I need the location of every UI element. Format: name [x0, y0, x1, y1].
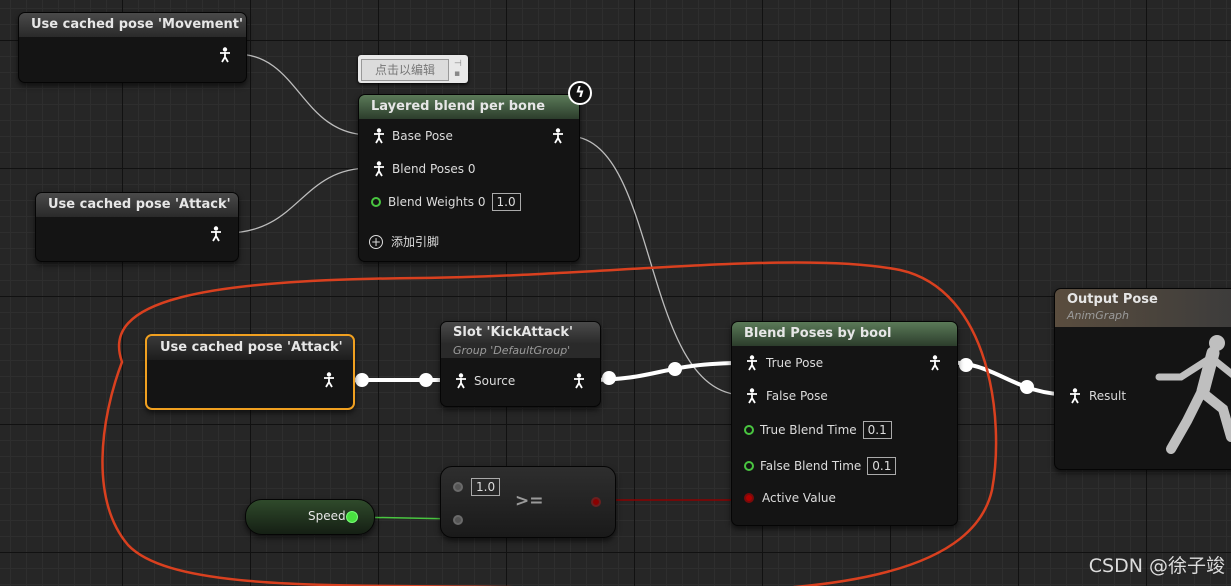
result-pin[interactable]: Result	[1069, 388, 1126, 404]
base-pose-label: Base Pose	[392, 129, 453, 143]
source-pin[interactable]: Source	[455, 373, 515, 389]
layered-blend-per-bone-node[interactable]: Layered blend per bone Base Pose Blend P…	[358, 94, 580, 262]
source-label: Source	[474, 374, 516, 388]
float-input-b-pin-icon[interactable]	[453, 515, 463, 525]
float-pin-icon	[744, 461, 754, 471]
true-blend-time-input[interactable]: 0.1	[862, 421, 892, 439]
blend-poses-0-pin[interactable]: Blend Poses 0	[373, 161, 475, 177]
wire-movement-to-base	[235, 53, 371, 136]
true-blend-time-label: True Blend Time	[760, 423, 857, 437]
true-pose-label: True Pose	[766, 356, 824, 370]
mannequin-icon	[1155, 335, 1231, 454]
false-blend-time-input[interactable]: 0.1	[867, 457, 897, 475]
float-output-pin-icon[interactable]	[346, 511, 358, 523]
pose-output-pin-icon[interactable]	[552, 128, 564, 144]
cached-pose-movement-node[interactable]: Use cached pose 'Movement'	[18, 12, 247, 83]
input-a-value[interactable]: 1.0	[471, 478, 501, 496]
false-blend-time-label: False Blend Time	[760, 459, 862, 473]
active-value-label: Active Value	[762, 491, 836, 505]
false-pose-label: False Pose	[766, 389, 828, 403]
node-title: Output Pose	[1055, 289, 1231, 309]
speed-variable-node[interactable]: Speed	[245, 499, 375, 535]
fast-path-lightning-icon: ϟ	[568, 81, 592, 105]
blend-weights-0-input[interactable]: 1.0	[491, 193, 521, 211]
wire-attack-to-blend	[225, 167, 371, 234]
true-pose-pin[interactable]: True Pose	[746, 355, 823, 371]
plus-circle-icon: +	[369, 234, 383, 249]
tooltip-pin-icon: ⊣ ▪	[454, 59, 462, 79]
node-title: Slot 'KickAttack'	[441, 322, 600, 344]
add-pin-label: 添加引脚	[391, 235, 440, 249]
node-subtitle: AnimGraph	[1055, 309, 1231, 327]
blend-poses-by-bool-node[interactable]: Blend Poses by bool True Pose False Pose…	[731, 321, 958, 526]
pose-input-pin-icon	[374, 128, 384, 144]
slot-kickattack-node[interactable]: Slot 'KickAttack' Group 'DefaultGroup' S…	[440, 321, 601, 407]
pose-input-pin-icon	[374, 161, 384, 177]
blend-weights-0-pin[interactable]: Blend Weights 0 1.0	[371, 193, 521, 211]
pose-input-pin-icon	[747, 355, 757, 371]
node-title: Use cached pose 'Attack'	[36, 193, 238, 217]
operator-label: >=	[515, 491, 544, 511]
false-pose-pin[interactable]: False Pose	[746, 388, 828, 404]
node-subtitle: Group 'DefaultGroup'	[441, 344, 600, 358]
tooltip-label: 点击以编辑	[361, 59, 449, 81]
active-value-pin[interactable]: Active Value	[744, 491, 836, 505]
float-pin-icon	[371, 197, 381, 207]
pose-output-pin-icon[interactable]	[323, 372, 335, 388]
pose-input-pin-icon	[747, 388, 757, 404]
node-title: Layered blend per bone	[359, 95, 579, 119]
float-input-a-pin-icon[interactable]	[453, 482, 463, 492]
cached-pose-attack-node[interactable]: Use cached pose 'Attack'	[35, 192, 239, 262]
cached-pose-attack-selected-node[interactable]: Use cached pose 'Attack'	[145, 334, 355, 410]
greater-equal-node[interactable]: 1.0 >=	[440, 466, 616, 538]
pose-input-pin-icon	[1070, 388, 1080, 404]
node-title: Use cached pose 'Attack'	[147, 336, 353, 360]
pose-input-pin-icon	[456, 373, 466, 389]
node-title: Blend Poses by bool	[732, 322, 957, 346]
pose-output-pin-icon[interactable]	[573, 373, 585, 389]
bool-output-pin-icon[interactable]	[591, 497, 601, 507]
result-label: Result	[1089, 389, 1127, 403]
pose-output-pin-icon[interactable]	[929, 355, 941, 371]
blend-poses-0-label: Blend Poses 0	[392, 162, 476, 176]
add-pin-button[interactable]: + 添加引脚	[369, 233, 439, 250]
watermark: CSDN @徐子竣	[1088, 555, 1225, 577]
float-pin-icon	[744, 425, 754, 435]
blend-weights-0-label: Blend Weights 0	[388, 195, 486, 209]
pose-output-pin-icon[interactable]	[210, 226, 222, 242]
base-pose-pin[interactable]: Base Pose	[373, 128, 453, 144]
speed-label: Speed	[308, 509, 346, 523]
pose-output-pin-icon[interactable]	[219, 47, 231, 63]
bool-pin-icon	[744, 493, 754, 503]
true-blend-time-pin[interactable]: True Blend Time 0.1	[744, 421, 892, 439]
wire-slot-to-true	[587, 361, 745, 382]
output-pose-node[interactable]: Output Pose AnimGraph Result	[1054, 288, 1231, 470]
edit-tooltip[interactable]: 点击以编辑 ⊣ ▪	[358, 55, 468, 83]
node-title: Use cached pose 'Movement'	[19, 13, 246, 37]
false-blend-time-pin[interactable]: False Blend Time 0.1	[744, 457, 897, 475]
